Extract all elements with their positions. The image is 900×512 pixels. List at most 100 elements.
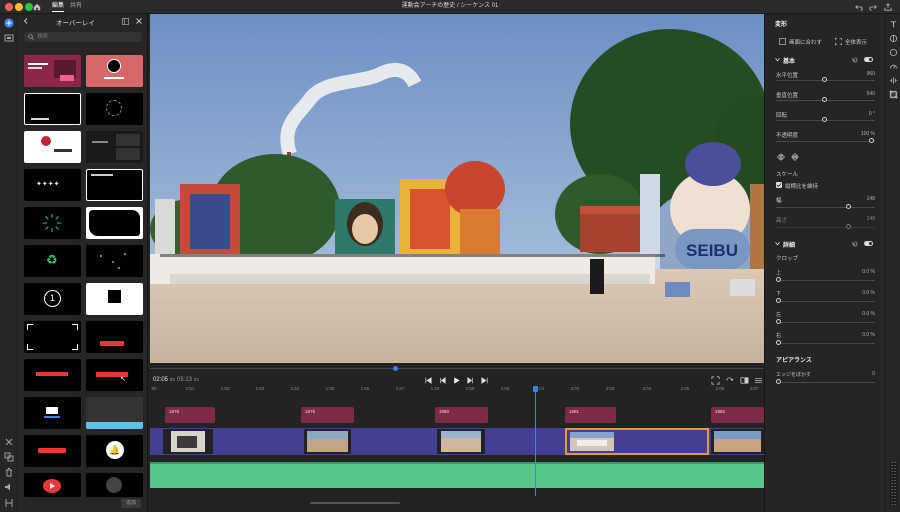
audio-track[interactable] (150, 462, 764, 488)
overlay-thumb-subscribe-text[interactable] (24, 435, 81, 467)
overlay-thumb-youtube-logo[interactable] (24, 473, 81, 497)
speed-icon[interactable] (889, 62, 898, 71)
chevron-down-icon[interactable] (775, 57, 780, 62)
layout-icon[interactable] (740, 376, 749, 385)
media-library-icon[interactable] (4, 33, 14, 43)
crop-top-value[interactable]: 0.0 % (845, 269, 875, 275)
playhead-line[interactable] (535, 386, 536, 496)
overlay-thumb-title-animation[interactable]: ✦✦✦✦ (24, 169, 81, 201)
overlay-thumb-particles[interactable] (86, 245, 143, 277)
audio-icon[interactable] (889, 76, 898, 85)
marker-icon[interactable] (4, 498, 14, 508)
zoom-window-button[interactable] (25, 3, 33, 11)
position-y-slider[interactable] (822, 97, 827, 102)
basic-toggle[interactable] (864, 57, 873, 62)
overlay-thumb-bell[interactable]: 🔔 (86, 435, 143, 467)
crop-right-slider[interactable] (776, 340, 781, 345)
playhead-handle[interactable] (533, 386, 538, 392)
transform-icon[interactable] (889, 90, 898, 99)
menu-icon[interactable] (754, 376, 763, 385)
close-panel-icon[interactable] (136, 18, 142, 24)
position-y-value[interactable]: 540 (845, 91, 875, 97)
scrub-handle[interactable] (393, 366, 399, 371)
overlay-thumb-split-screen[interactable] (86, 131, 143, 163)
feather-slider[interactable] (776, 379, 781, 384)
export-icon[interactable] (884, 3, 892, 11)
step-back-icon[interactable] (438, 376, 447, 385)
timeline-scrollbar[interactable] (310, 502, 400, 504)
crop-left-value[interactable]: 0.0 % (845, 311, 875, 317)
overlay-thumb-circle-frame[interactable] (86, 55, 143, 87)
fullscreen-icon[interactable] (711, 376, 720, 385)
title-clip[interactable]: 1981 (565, 407, 616, 423)
color-icon[interactable] (889, 48, 898, 57)
mute-icon[interactable] (4, 482, 14, 492)
tab-share[interactable]: 共有 (70, 2, 82, 11)
close-window-button[interactable] (5, 3, 13, 11)
home-icon[interactable] (33, 3, 41, 11)
width-value[interactable]: 148 (845, 196, 875, 202)
scrub-bar[interactable] (150, 368, 764, 369)
video-preview[interactable]: SEIBU (150, 14, 764, 363)
detail-toggle[interactable] (864, 241, 873, 246)
width-slider[interactable] (846, 204, 851, 209)
overlay-thumb-red-frame[interactable] (24, 131, 81, 163)
rotation-slider[interactable] (822, 117, 827, 122)
step-forward-icon[interactable] (466, 376, 475, 385)
overlay-thumb-crosshair[interactable] (86, 93, 143, 125)
reset-icon[interactable] (852, 57, 858, 63)
minimize-window-button[interactable] (15, 3, 23, 11)
overlay-thumb-polaroid[interactable] (86, 283, 143, 315)
overlay-thumb-brush-frame[interactable] (86, 207, 143, 239)
overlay-thumb-viewfinder[interactable] (24, 321, 81, 353)
overlay-thumb-subscribe-small[interactable] (86, 321, 143, 353)
title-clip[interactable]: 1982 (711, 407, 764, 423)
delete-icon[interactable] (4, 467, 14, 477)
video-clip[interactable] (304, 429, 351, 454)
adjust-icon[interactable] (889, 34, 898, 43)
video-clip[interactable] (163, 429, 213, 454)
video-clip-selected[interactable] (565, 428, 709, 455)
fit-to-screen-button[interactable]: 画面に合わす (789, 38, 822, 46)
title-clip[interactable]: 1979 (301, 407, 354, 423)
search-input[interactable] (37, 32, 137, 42)
position-x-slider[interactable] (822, 77, 827, 82)
opacity-slider[interactable] (869, 138, 874, 143)
crop-bottom-slider[interactable] (776, 298, 781, 303)
reset-icon[interactable] (852, 241, 858, 247)
play-icon[interactable] (452, 376, 461, 385)
overlay-thumb-light-burst[interactable] (24, 207, 81, 239)
overlay-thumb-social[interactable] (86, 473, 143, 497)
text-icon[interactable] (889, 20, 898, 29)
overlay-thumb-subscribe-button[interactable]: ↖ (86, 359, 143, 391)
skip-to-end-icon[interactable] (480, 376, 489, 385)
title-clip[interactable]: 1978 (165, 407, 215, 423)
loop-icon[interactable] (725, 376, 734, 385)
crop-top-slider[interactable] (776, 277, 781, 282)
chevron-down-icon[interactable] (775, 241, 780, 246)
overlay-thumb-subscribe-bar[interactable] (24, 359, 81, 391)
overlay-thumb-lower-third[interactable] (24, 55, 81, 87)
crop-right-value[interactable]: 0.0 % (845, 332, 875, 338)
keep-ratio-checkbox[interactable] (776, 182, 782, 188)
overlay-thumb-recycle[interactable]: ♻ (24, 245, 81, 277)
tab-edit[interactable]: 編集 (52, 2, 65, 12)
timeline-ruler[interactable]: 50 1:51 1:52 1:53 1:54 1:55 1:56 1:57 1:… (150, 386, 764, 398)
duplicate-icon[interactable] (4, 452, 14, 462)
overlay-thumb-subscribe-strip[interactable] (86, 397, 143, 429)
video-clip[interactable] (711, 429, 764, 454)
add-overlay-button[interactable]: 追加 (121, 499, 141, 508)
title-clip[interactable]: 1980 (435, 407, 488, 423)
video-track[interactable] (150, 428, 764, 455)
crop-bottom-value[interactable]: 0.0 % (845, 290, 875, 296)
split-icon[interactable] (4, 437, 14, 447)
skip-to-start-icon[interactable] (424, 376, 433, 385)
flip-vertical-icon[interactable] (791, 153, 799, 161)
fill-frame-button[interactable]: 全体表示 (845, 38, 867, 46)
collapse-panel-icon[interactable] (122, 18, 129, 25)
rotation-value[interactable]: 0 ° (845, 111, 875, 117)
overlay-thumb-caption[interactable] (86, 169, 143, 201)
redo-icon[interactable] (869, 3, 877, 11)
overlay-thumb-countdown[interactable]: 1 (24, 283, 81, 315)
undo-icon[interactable] (855, 3, 863, 11)
